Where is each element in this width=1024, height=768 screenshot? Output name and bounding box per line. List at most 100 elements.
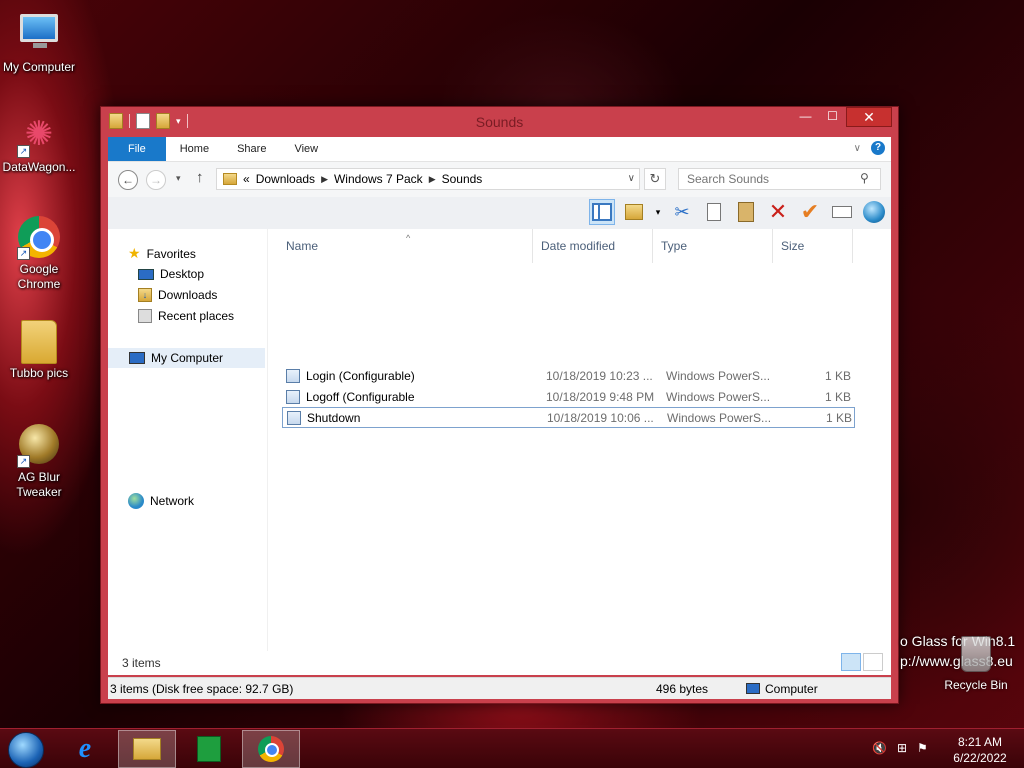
desktop-icon-my-computer[interactable]: My Computer: [0, 10, 78, 75]
tab-share[interactable]: Share: [223, 137, 280, 161]
tab-file[interactable]: File: [108, 137, 166, 161]
desktop-icon: [138, 268, 154, 280]
ribbon-tabs: File Home Share View ∨ ?: [108, 137, 891, 161]
breadcrumb-windows-7-pack[interactable]: Windows 7 Pack: [334, 172, 423, 186]
paste-button[interactable]: [733, 199, 759, 225]
item-count: 3 items: [122, 656, 161, 670]
desktop-icon-google-chrome[interactable]: ↗ Google Chrome: [0, 216, 78, 292]
chevron-down-icon[interactable]: ▾: [653, 199, 663, 225]
volume-muted-icon[interactable]: 🔇: [872, 741, 887, 755]
cut-icon[interactable]: ✂: [669, 199, 695, 225]
nav-label: My Computer: [151, 351, 224, 365]
desktop-icon-label: Tubbo pics: [9, 366, 69, 380]
search-icon[interactable]: ⚲: [860, 171, 869, 185]
desktop-icon-recycle-bin[interactable]: Recycle Bin: [936, 636, 1016, 692]
file-row[interactable]: Logoff (Configurable 10/18/2019 9:48 PM …: [282, 386, 855, 407]
file-row[interactable]: Login (Configurable) 10/18/2019 10:23 ..…: [282, 365, 855, 386]
up-button[interactable]: ↑: [196, 169, 204, 186]
paste-icon: [738, 202, 754, 222]
details-bar: 3 items (Disk free space: 92.7 GB) 496 b…: [108, 677, 891, 699]
file-explorer-icon: [133, 738, 161, 760]
address-bar[interactable]: « Downloads ▶ Windows 7 Pack ▶ Sounds ∨: [216, 168, 640, 190]
navigation-pane: ★ Favorites Desktop ↓ Downloads Recent p…: [108, 229, 268, 673]
nav-network[interactable]: Network: [128, 493, 194, 509]
desktop-icon-label: AG Blur Tweaker: [16, 470, 62, 499]
navigation-pane-button[interactable]: [589, 199, 615, 225]
status-bar: 3 items: [108, 651, 891, 675]
datawagon-icon: ✺ ↗: [17, 114, 61, 158]
taskbar-file-explorer[interactable]: [118, 730, 176, 768]
tab-view[interactable]: View: [280, 137, 332, 161]
breadcrumb-downloads[interactable]: Downloads: [256, 172, 315, 186]
sort-ascending-icon: ^: [406, 233, 411, 243]
chevron-right-icon[interactable]: ▶: [429, 174, 436, 185]
file-date: 10/18/2019 10:23 ...: [546, 368, 653, 383]
details-summary: 3 items (Disk free space: 92.7 GB): [110, 682, 294, 696]
taskbar-store[interactable]: [180, 730, 238, 768]
folder-check-icon: [625, 204, 643, 220]
copy-button[interactable]: [701, 199, 727, 225]
taskbar-chrome[interactable]: [242, 730, 300, 768]
details-bytes: 496 bytes: [656, 682, 709, 696]
nav-favorites[interactable]: ★ Favorites: [128, 245, 196, 262]
computer-icon: [746, 683, 760, 694]
file-type: Windows PowerS...: [666, 368, 771, 383]
clock[interactable]: 8:21 AM 6/22/2022: [945, 734, 1015, 766]
details-location: Computer: [765, 682, 818, 696]
nav-downloads[interactable]: ↓ Downloads: [138, 288, 217, 302]
rename-button[interactable]: [829, 199, 855, 225]
folder-options-button[interactable]: [621, 199, 647, 225]
start-button[interactable]: [8, 732, 44, 768]
breadcrumb-sounds[interactable]: Sounds: [442, 172, 483, 186]
internet-explorer-icon: e: [78, 733, 92, 764]
address-row: ← → ▾ ↑ « Downloads ▶ Windows 7 Pack ▶ S…: [108, 161, 891, 197]
nav-label: Downloads: [158, 288, 218, 302]
powershell-file-icon: [286, 368, 300, 383]
powershell-file-icon: [286, 389, 300, 404]
desktop-icon-ag-blur-tweaker[interactable]: ↗ AG Blur Tweaker: [0, 424, 78, 500]
powershell-file-icon: [287, 410, 301, 425]
nav-desktop[interactable]: Desktop: [138, 267, 204, 281]
large-icons-view-icon[interactable]: [863, 653, 883, 671]
file-name: Login (Configurable): [306, 368, 415, 383]
title-bar[interactable]: ▾ Sounds — ☐ ✕: [101, 107, 898, 137]
desktop-icon-tubbo-pics[interactable]: Tubbo pics: [0, 320, 78, 381]
forward-button[interactable]: →: [146, 170, 166, 190]
nav-recent-places[interactable]: Recent places: [138, 309, 234, 323]
details-view-icon[interactable]: [841, 653, 861, 671]
action-center-icon[interactable]: ⚑: [917, 741, 928, 755]
file-date: 10/18/2019 9:48 PM: [546, 389, 655, 404]
minimize-button[interactable]: —: [792, 107, 819, 127]
address-dropdown-icon[interactable]: ∨: [628, 173, 635, 184]
desktop-icon-label: Recycle Bin: [944, 678, 1008, 692]
back-button[interactable]: ←: [118, 170, 138, 190]
file-row[interactable]: Shutdown 10/18/2019 10:06 ... Windows Po…: [282, 407, 855, 428]
taskbar-internet-explorer[interactable]: e: [56, 730, 114, 768]
chevron-right-icon[interactable]: ▶: [321, 174, 328, 185]
nav-my-computer[interactable]: My Computer: [108, 348, 265, 368]
breadcrumb-overflow[interactable]: «: [243, 172, 250, 186]
nav-label: Recent places: [158, 309, 235, 323]
tab-home[interactable]: Home: [166, 137, 223, 161]
network-icon[interactable]: ⊞: [897, 741, 907, 755]
column-header-date[interactable]: Date modified: [533, 229, 653, 263]
checkmark-icon[interactable]: ✔: [797, 199, 823, 225]
column-header-name[interactable]: Name ^: [278, 229, 533, 263]
computer-icon: [17, 14, 61, 58]
recent-locations-icon[interactable]: ▾: [176, 173, 181, 184]
search-input[interactable]: [678, 168, 881, 190]
help-icon[interactable]: ?: [871, 141, 885, 155]
nav-label: Network: [150, 494, 195, 508]
expand-ribbon-icon[interactable]: ∨: [854, 143, 861, 154]
globe-button[interactable]: [861, 199, 887, 225]
desktop-icon-label: DataWagon...: [2, 160, 76, 174]
desktop-icon-datawagon[interactable]: ✺ ↗ DataWagon...: [0, 114, 78, 175]
folder-icon: [223, 173, 237, 185]
column-header-type[interactable]: Type: [653, 229, 773, 263]
refresh-button[interactable]: ↻: [644, 168, 666, 190]
close-button[interactable]: ✕: [846, 107, 892, 127]
column-label: Name: [286, 239, 319, 253]
maximize-button[interactable]: ☐: [819, 107, 846, 127]
column-header-size[interactable]: Size: [773, 229, 853, 263]
delete-icon[interactable]: ✕: [765, 199, 791, 225]
